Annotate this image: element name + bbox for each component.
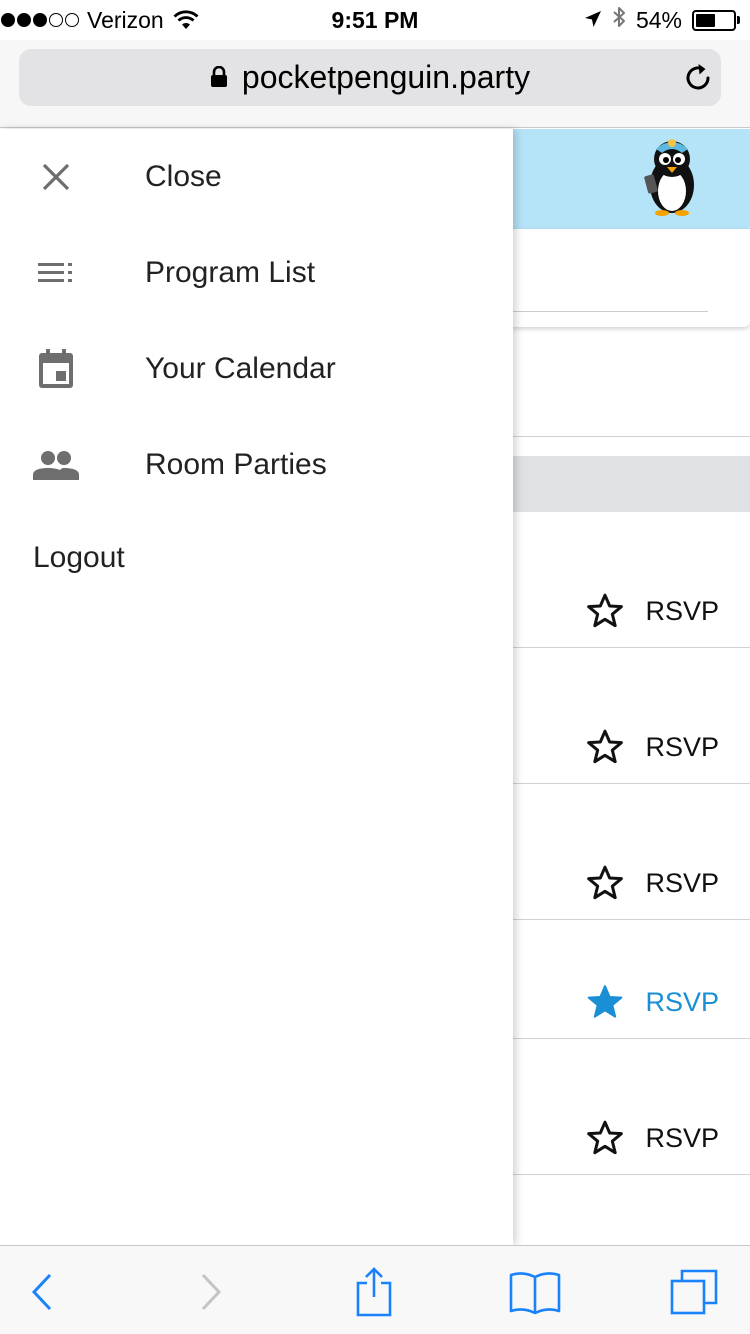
rsvp-button[interactable]: RSVP [585, 1118, 719, 1158]
menu-item-your-calendar[interactable]: Your Calendar [0, 321, 513, 417]
menu-item-label: Your Calendar [145, 352, 336, 385]
bluetooth-icon [612, 5, 626, 35]
star-outline-icon [587, 593, 624, 628]
forward-button[interactable] [183, 1266, 239, 1318]
tabs-icon [670, 1269, 718, 1315]
menu-item-program-list[interactable]: Program List [0, 225, 513, 321]
menu-item-close[interactable]: Close [0, 129, 513, 225]
logout-link[interactable]: Logout [33, 541, 125, 575]
book-icon [509, 1272, 561, 1315]
menu-item-label: Program List [145, 256, 316, 289]
star-outline-icon [587, 865, 624, 900]
list-icon [32, 249, 80, 297]
close-icon [32, 153, 80, 201]
browser-address-area: pocketpenguin.party [0, 40, 750, 128]
rsvp-label: RSVP [645, 986, 719, 1017]
calendar-icon [32, 345, 80, 393]
share-icon [356, 1267, 392, 1317]
address-bar[interactable]: pocketpenguin.party [19, 49, 721, 106]
chevron-left-icon [31, 1273, 52, 1311]
status-right: 54% [584, 7, 740, 33]
lock-icon [210, 59, 228, 96]
rsvp-label: RSVP [645, 731, 719, 762]
reload-icon[interactable] [681, 61, 715, 95]
navigation-drawer: Close Program List Your Calendar Room Pa… [0, 129, 513, 1245]
browser-toolbar [0, 1245, 750, 1334]
rsvp-button[interactable]: RSVP [585, 727, 719, 767]
rsvp-label: RSVP [645, 867, 719, 898]
status-bar: Verizon 9:51 PM 54% [0, 0, 750, 40]
battery-percent: 54% [635, 6, 682, 33]
people-icon [32, 441, 80, 489]
star-outline-icon [587, 729, 624, 764]
battery-icon [692, 9, 740, 31]
url-display[interactable]: pocketpenguin.party [19, 49, 721, 106]
share-button[interactable] [346, 1266, 402, 1318]
penguin-logo [642, 135, 702, 217]
star-filled-icon [588, 985, 623, 1018]
tabs-button[interactable] [666, 1266, 722, 1318]
menu-item-label: Room Parties [145, 448, 327, 481]
rsvp-button-active[interactable]: RSVP [585, 982, 719, 1022]
location-arrow-icon [584, 7, 602, 34]
url-text: pocketpenguin.party [241, 59, 531, 95]
rsvp-button[interactable]: RSVP [585, 863, 719, 903]
star-outline-icon [587, 1120, 624, 1155]
menu-item-label: Close [145, 160, 222, 193]
screen: Verizon 9:51 PM 54% pocketpenguin.party … [0, 0, 750, 1334]
chevron-right-icon [201, 1273, 222, 1311]
rsvp-button[interactable]: RSVP [585, 591, 719, 631]
menu-item-room-parties[interactable]: Room Parties [0, 417, 513, 513]
rsvp-label: RSVP [645, 1122, 719, 1153]
bookmarks-button[interactable] [507, 1266, 563, 1318]
back-button[interactable] [14, 1266, 70, 1318]
rsvp-label: RSVP [645, 595, 719, 626]
